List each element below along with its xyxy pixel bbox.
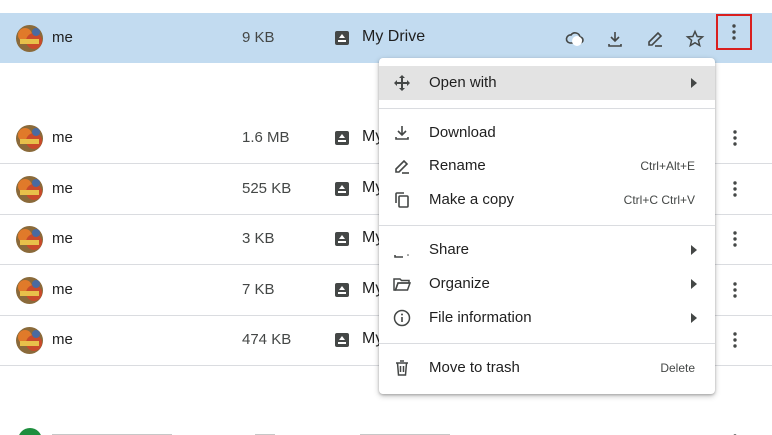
menu-item-make-a-copy[interactable]: Make a copy Ctrl+C Ctrl+V [379,183,715,217]
info-icon [393,309,411,327]
menu-item-label: Open with [429,74,497,91]
download-icon[interactable] [605,29,625,49]
owner-avatar [16,277,43,304]
rename-icon [395,159,409,174]
menu-item-label: Organize [429,275,490,292]
menu-item-open-with[interactable]: Open with [379,66,715,100]
more-actions-button[interactable] [724,227,746,251]
menu-item-label: Rename [429,157,486,174]
drive-icon [335,283,349,297]
copy-icon [395,192,409,208]
file-location: My Drive [362,28,426,45]
file-size: 9 KB [242,29,275,46]
submenu-arrow-icon [691,313,697,323]
menu-item-rename[interactable]: Rename Ctrl+Alt+E [379,149,715,183]
submenu-arrow-icon [691,78,697,88]
more-vert-icon [732,24,736,40]
menu-item-label: Move to trash [429,359,520,376]
menu-item-label: Make a copy [429,191,515,208]
partial-row-content [19,428,737,435]
menu-item-label: File information [429,309,532,326]
menu-item-shortcut: Ctrl+C Ctrl+V [623,193,695,207]
move-arrows-icon [394,75,410,91]
more-actions-button[interactable] [716,14,752,50]
menu-divider [379,343,715,344]
menu-item-shortcut: Delete [660,361,695,375]
menu-item-shortcut: Ctrl+Alt+E [640,159,695,173]
download-icon [395,126,409,140]
file-row-selected[interactable]: me 9 KB My Drive [0,13,772,63]
trash-icon [396,360,408,376]
menu-item-move-to-trash[interactable]: Move to trash Delete [379,351,715,385]
more-vert-icon [733,332,737,348]
owner-name: me [52,180,73,197]
drive-icon [335,182,349,196]
star-icon[interactable] [685,29,705,49]
more-vert-icon [733,181,737,197]
file-size: 474 KB [242,331,292,348]
file-size: 3 KB [242,230,275,247]
rename-icon[interactable] [645,29,665,49]
owner-avatar [16,125,43,152]
offline-icon[interactable] [565,29,585,49]
owner-avatar [16,176,43,203]
more-actions-button[interactable] [724,177,746,201]
submenu-arrow-icon [691,245,697,255]
owner-name: me [52,230,73,247]
owner-name: me [52,281,73,298]
folder-open-icon [393,278,411,291]
drive-icon [335,232,349,246]
menu-item-download[interactable]: Download [379,116,715,150]
drive-icon [335,333,349,347]
menu-divider [379,225,715,226]
more-vert-icon [733,282,737,298]
owner-name: me [52,29,73,46]
more-vert-icon [733,130,737,146]
more-vert-icon [733,231,737,247]
more-actions-button[interactable] [724,328,746,352]
menu-item-share[interactable]: Share [379,233,715,267]
more-actions-button[interactable] [724,126,746,150]
file-size: 7 KB [242,281,275,298]
owner-avatar [16,226,43,253]
menu-item-organize[interactable]: Organize [379,267,715,301]
drive-icon [335,131,349,145]
menu-divider [379,108,715,109]
drive-icon [335,31,349,45]
menu-item-file-information[interactable]: File information [379,301,715,335]
file-row-partial[interactable] [0,424,772,435]
owner-avatar [16,25,43,52]
menu-item-label: Share [429,241,470,258]
owner-name: me [52,331,73,348]
owner-avatar [16,327,43,354]
share-icon [394,254,409,258]
more-actions-button[interactable] [724,278,746,302]
context-menu: Open with Download Rename Ctrl+Alt+E Mak… [379,58,715,394]
owner-name: me [52,129,73,146]
menu-item-label: Download [429,124,496,141]
submenu-arrow-icon [691,279,697,289]
file-size: 525 KB [242,180,292,197]
file-size: 1.6 MB [242,129,290,146]
